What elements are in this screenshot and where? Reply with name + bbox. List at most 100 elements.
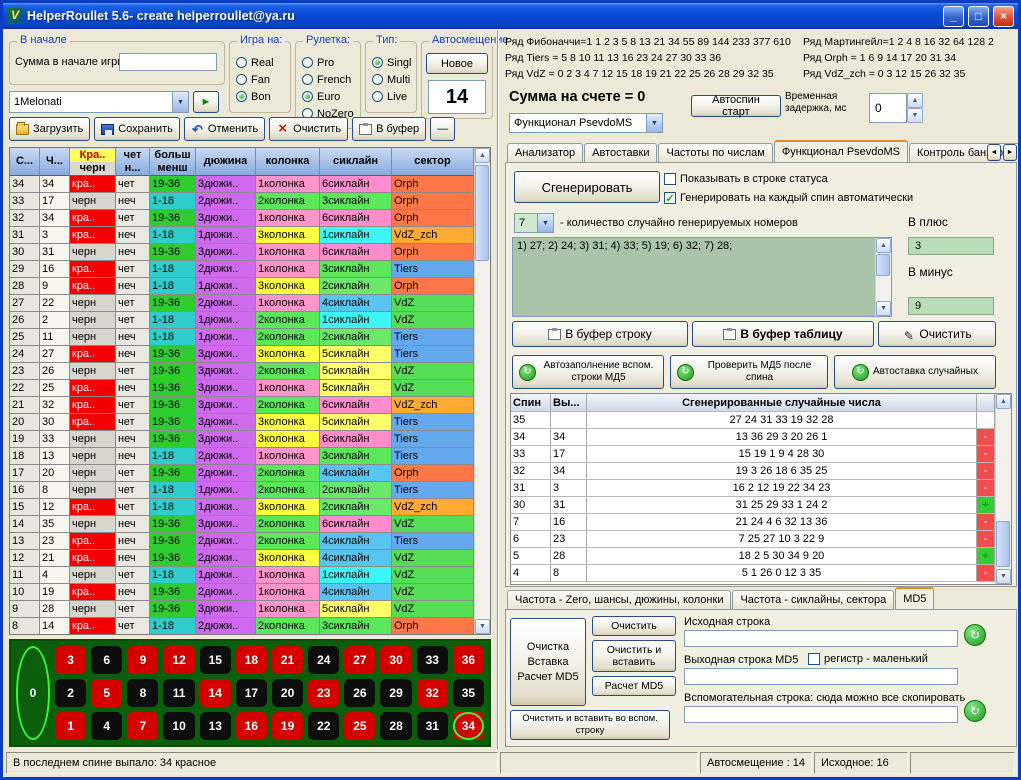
check-md5-button[interactable]: ↻ Проверить МД5 после спина (670, 355, 828, 389)
collapse-button[interactable]: — (430, 117, 455, 141)
board-number-24[interactable]: 24 (308, 646, 339, 674)
board-number-20[interactable]: 20 (272, 679, 303, 707)
radio-live[interactable]: Live (372, 88, 416, 105)
board-number-0[interactable]: 0 (16, 646, 50, 740)
board-number-28[interactable]: 28 (380, 712, 411, 740)
board-number-25[interactable]: 25 (344, 712, 375, 740)
scroll-up-button[interactable]: ▲ (876, 238, 891, 253)
table-row[interactable]: 2427кра..неч19-363дюжи..3колонка5сиклайн… (10, 346, 474, 363)
tab-autobets[interactable]: Автоставки (584, 143, 657, 162)
register-lowercase-checkbox[interactable]: регистр - маленький (808, 653, 928, 665)
table-row[interactable]: 2132кра..чет19-363дюжи..2колонка6сиклайн… (10, 397, 474, 414)
table-row[interactable]: 1512кра..чет1-181дюжи..3колонка2сиклайнV… (10, 499, 474, 516)
table-row[interactable]: 2511черннеч1-181дюжи..2колонка2сиклайнTi… (10, 329, 474, 346)
radio-french[interactable]: French (302, 71, 360, 88)
radio-euro[interactable]: Euro (302, 88, 360, 105)
board-number-27[interactable]: 27 (344, 646, 375, 674)
md5-clear-button[interactable]: Очистить (592, 616, 676, 636)
table-row[interactable]: 3234кра..чет19-363дюжи..1колонка6сиклайн… (10, 210, 474, 227)
table-row[interactable]: 2916кра..чет1-182дюжи..1колонка3сиклайнT… (10, 261, 474, 278)
buffer-table-button[interactable]: В буфер таблицу (692, 321, 874, 347)
delay-input[interactable]: 0 (869, 93, 907, 123)
board-number-14[interactable]: 14 (200, 679, 231, 707)
board-number-3[interactable]: 3 (55, 646, 86, 674)
scroll-up-button[interactable]: ▲ (475, 148, 490, 163)
table-row[interactable]: 2326чернчет19-363дюжи..2колонка5сиклайнV… (10, 363, 474, 380)
new-shift-button[interactable]: Новое (426, 53, 488, 74)
close-button[interactable]: × (993, 6, 1014, 27)
board-number-32[interactable]: 32 (417, 679, 448, 707)
board-number-17[interactable]: 17 (236, 679, 267, 707)
md5-clear-paste-button[interactable]: Очистить и вставить (592, 640, 676, 672)
table-row[interactable]: 2722чернчет19-362дюжи..1колонка4сиклайнV… (10, 295, 474, 312)
autospin-start-button[interactable]: Автоспин старт (691, 95, 781, 117)
board-number-23[interactable]: 23 (308, 679, 339, 707)
scroll-down-button[interactable]: ▼ (475, 619, 490, 634)
copy-source-button[interactable]: ↻ (964, 624, 986, 646)
table-row[interactable]: 2225кра..неч19-363дюжи..1колонка5сиклайн… (10, 380, 474, 397)
scrollbar-thumb[interactable] (996, 521, 1010, 567)
board-number-26[interactable]: 26 (344, 679, 375, 707)
table-row[interactable]: 1720чернчет19-362дюжи..2колонка4сиклайнO… (10, 465, 474, 482)
table-row[interactable]: 1221кра..неч19-362дюжи..3колонка4сиклайн… (10, 550, 474, 567)
generated-output-box[interactable]: 1) 27; 2) 24; 3) 31; 4) 33; 5) 19; 6) 32… (512, 237, 892, 317)
table-row[interactable]: 1019кра..неч19-362дюжи..1колонка4сиклайн… (10, 584, 474, 601)
table-row[interactable]: 1933черннеч19-363дюжи..3колонка6сиклайнT… (10, 431, 474, 448)
md5-calc-button[interactable]: Расчет MD5 (592, 676, 676, 696)
board-number-10[interactable]: 10 (163, 712, 194, 740)
output-md5-input[interactable] (684, 668, 958, 685)
undo-button[interactable]: Отменить (184, 117, 265, 141)
start-sum-input[interactable] (119, 53, 217, 71)
board-number-21[interactable]: 21 (272, 646, 303, 674)
radio-singl[interactable]: Singl (372, 54, 416, 71)
table-row[interactable]: 3031черннеч19-363дюжи..1колонка6сиклайнO… (10, 244, 474, 261)
copy-helper-button[interactable]: ↻ (964, 700, 986, 722)
helper-string-input[interactable] (684, 706, 958, 723)
table-row[interactable]: 3527 24 31 33 19 32 28 (511, 412, 995, 429)
board-number-36[interactable]: 36 (453, 646, 484, 674)
load-button[interactable]: Загрузить (9, 117, 90, 141)
count-combobox[interactable]: 7 ▼ (514, 213, 554, 233)
tab-number-frequencies[interactable]: Частоты по числам (658, 143, 772, 162)
functional-combobox[interactable]: Функционал PsevdoMS ▼ (509, 113, 663, 133)
scroll-up-button[interactable]: ▲ (996, 394, 1011, 409)
tab-functional-psevdoms[interactable]: Функционал PsevdoMS (774, 140, 908, 162)
radio-fan[interactable]: Fan (236, 71, 290, 88)
tab-scroll-left-button[interactable]: ◄ (987, 144, 1001, 161)
board-number-33[interactable]: 33 (417, 646, 448, 674)
board-number-35[interactable]: 35 (453, 679, 484, 707)
generate-each-spin-checkbox[interactable]: ✓ Генерировать на каждый спин автоматиче… (664, 192, 913, 204)
spinner-down-button[interactable]: ▼ (907, 108, 923, 123)
board-number-19[interactable]: 19 (272, 712, 303, 740)
table-row[interactable]: 343413 36 29 3 20 26 1- (511, 429, 995, 446)
scroll-down-button[interactable]: ▼ (876, 301, 891, 316)
table-row[interactable]: 1435черннеч19-363дюжи..2колонка6сиклайнV… (10, 516, 474, 533)
board-number-13[interactable]: 13 (200, 712, 231, 740)
table-row[interactable]: 331715 19 1 9 4 28 30- (511, 446, 995, 463)
scrollbar-thumb[interactable] (475, 165, 489, 261)
chevron-down-icon[interactable]: ▼ (537, 214, 553, 232)
table-row[interactable]: 1323кра..неч19-362дюжи..2колонка4сиклайн… (10, 533, 474, 550)
table-row[interactable]: 313кра..неч1-181дюжи..3колонка1сиклайнVd… (10, 227, 474, 244)
board-number-2[interactable]: 2 (55, 679, 86, 707)
maximize-button[interactable]: □ (968, 6, 989, 27)
board-number-11[interactable]: 11 (163, 679, 194, 707)
board-number-30[interactable]: 30 (380, 646, 411, 674)
tab-scroll-right-button[interactable]: ► (1003, 144, 1017, 161)
radio-real[interactable]: Real (236, 54, 290, 71)
table-row[interactable]: 323419 3 26 18 6 35 25- (511, 463, 995, 480)
board-number-34[interactable]: 34 (453, 712, 484, 740)
table-row[interactable]: 114чернчет1-181дюжи..1колонка1сиклайнVdZ (10, 567, 474, 584)
tab-freq-zero-chances[interactable]: Частота - Zero, шансы, дюжины, колонки (507, 590, 731, 609)
board-number-16[interactable]: 16 (236, 712, 267, 740)
source-string-input[interactable] (684, 630, 958, 647)
play-button[interactable]: ► (193, 91, 219, 113)
table-row[interactable]: 52818 2 5 30 34 9 20+ (511, 548, 995, 565)
board-number-6[interactable]: 6 (91, 646, 122, 674)
clear-output-button[interactable]: Очистить (878, 321, 996, 347)
board-number-31[interactable]: 31 (417, 712, 448, 740)
preset-combobox[interactable]: 1Melonati ▼ (9, 91, 189, 113)
autobet-random-button[interactable]: ↻ Автоставка случайных (834, 355, 996, 389)
board-number-22[interactable]: 22 (308, 712, 339, 740)
tab-analyzer[interactable]: Анализатор (507, 143, 583, 162)
